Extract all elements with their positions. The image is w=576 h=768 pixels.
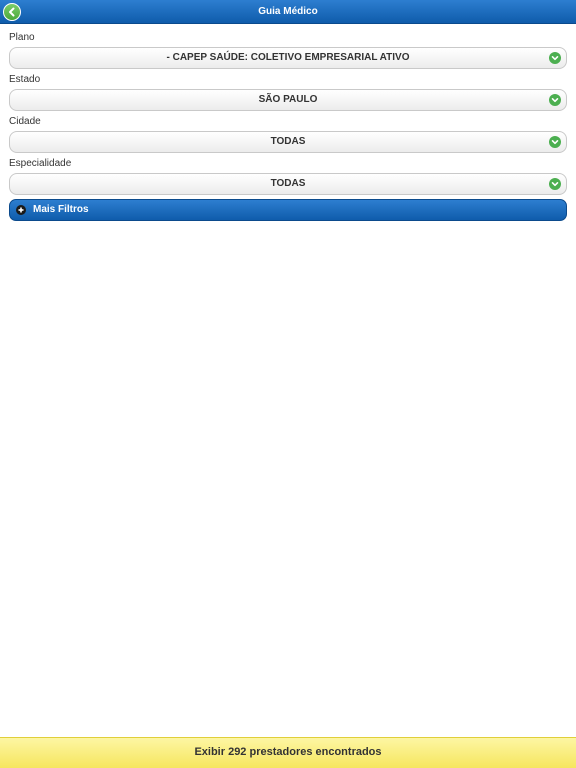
filter-form: Plano - CAPEP SAÚDE: COLETIVO EMPRESARIA… xyxy=(9,31,567,221)
header-bar: Guia Médico xyxy=(0,0,576,24)
chevron-left-icon xyxy=(9,7,15,17)
back-button[interactable] xyxy=(3,3,21,21)
estado-value: SÃO PAULO xyxy=(258,94,318,105)
chevron-down-icon xyxy=(549,136,561,148)
plano-select[interactable]: - CAPEP SAÚDE: COLETIVO EMPRESARIAL ATIV… xyxy=(9,47,567,69)
especialidade-label: Especialidade xyxy=(9,158,72,169)
plano-label: Plano xyxy=(9,32,35,43)
page-title: Guia Médico xyxy=(258,6,318,17)
estado-select[interactable]: SÃO PAULO xyxy=(9,89,567,111)
chevron-down-icon xyxy=(549,52,561,64)
especialidade-select[interactable]: TODAS xyxy=(9,173,567,195)
page: Guia Médico Plano - CAPEP SAÚDE: COLETIV… xyxy=(0,0,576,768)
chevron-down-icon xyxy=(549,178,561,190)
cidade-value: TODAS xyxy=(270,136,306,147)
show-results-button[interactable]: Exibir 292 prestadores encontrados xyxy=(0,737,576,768)
estado-label: Estado xyxy=(9,74,41,85)
more-filters-button[interactable]: Mais Filtros xyxy=(9,199,567,221)
cidade-label: Cidade xyxy=(9,116,41,127)
plus-icon xyxy=(16,205,26,215)
plano-value: - CAPEP SAÚDE: COLETIVO EMPRESARIAL ATIV… xyxy=(166,52,410,63)
cidade-select[interactable]: TODAS xyxy=(9,131,567,153)
more-filters-label: Mais Filtros xyxy=(33,204,89,215)
especialidade-value: TODAS xyxy=(270,178,306,189)
chevron-down-icon xyxy=(549,94,561,106)
